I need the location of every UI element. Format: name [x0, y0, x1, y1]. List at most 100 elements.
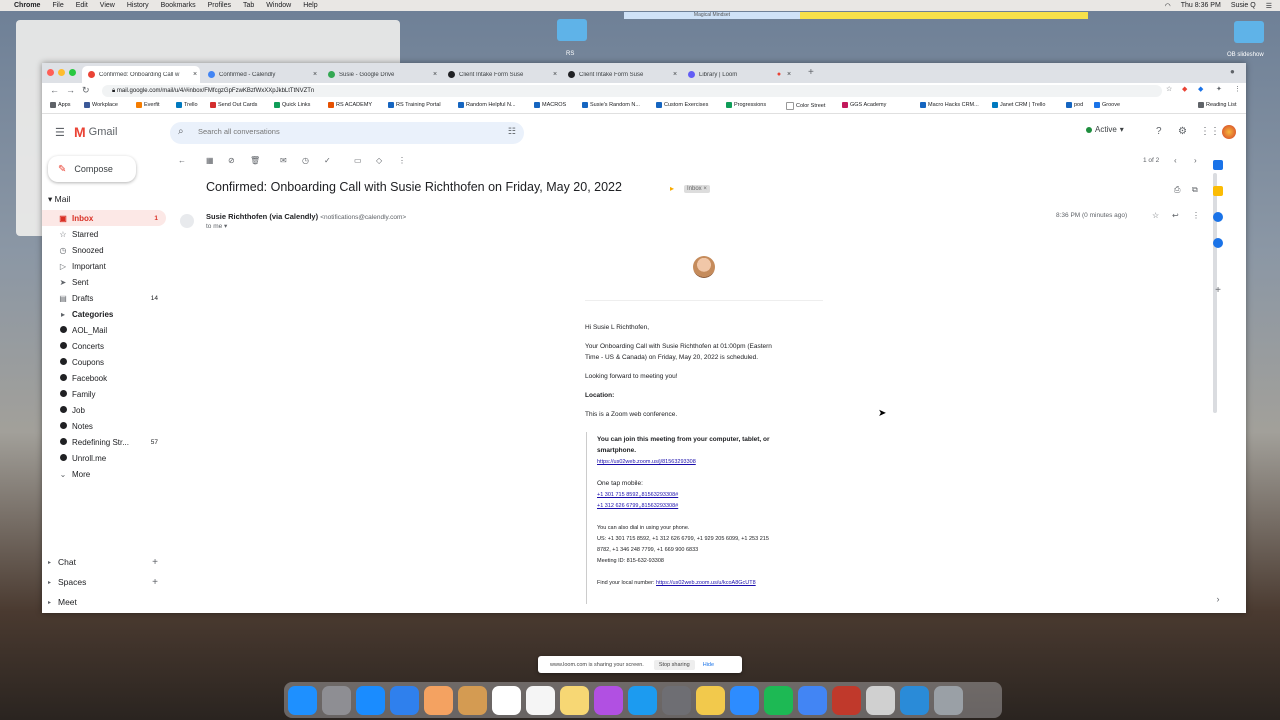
- meet-section[interactable]: ▸ Meet: [42, 594, 166, 610]
- bookmark-color-street[interactable]: Color Street: [786, 102, 825, 110]
- dial-link[interactable]: +1 301 715 8592,,81563293308#: [597, 490, 678, 501]
- bookmark-send-out-cards[interactable]: Send Out Cards: [210, 102, 257, 108]
- chat-section[interactable]: ▸ Chat +: [42, 554, 166, 570]
- star-bookmark-icon[interactable]: ☆: [1166, 85, 1172, 93]
- snooze-icon[interactable]: ◷: [302, 156, 309, 165]
- delete-icon[interactable]: 🗑︎: [250, 156, 260, 165]
- sidebar-item-starred[interactable]: ☆ Starred: [42, 226, 166, 242]
- menu-view[interactable]: View: [100, 2, 115, 9]
- bookmark-rs-training[interactable]: RS Training Portal: [388, 102, 441, 108]
- dock-app-icon[interactable]: [764, 685, 793, 715]
- close-icon[interactable]: ×: [310, 71, 320, 78]
- forward-icon[interactable]: →: [66, 85, 75, 95]
- status-selector[interactable]: Active ▾: [1086, 125, 1124, 134]
- sidebar-label-item[interactable]: Notes: [42, 418, 166, 434]
- bookmark-ggs-academy[interactable]: GGS Academy: [842, 102, 886, 108]
- dock-app-icon[interactable]: [356, 685, 385, 715]
- sidebar-item-inbox[interactable]: ▣ Inbox 1: [42, 210, 166, 226]
- calendar-icon[interactable]: [1213, 160, 1223, 170]
- mail-section-header[interactable]: ▾ Mail: [48, 194, 70, 205]
- close-icon[interactable]: ×: [190, 71, 200, 78]
- gmail-logo[interactable]: M Gmail: [74, 124, 117, 140]
- menu-window[interactable]: Window: [266, 2, 291, 9]
- bookmark-macro-hacks[interactable]: Macro Hacks CRM...: [920, 102, 979, 108]
- sidebar-item-more[interactable]: ⌄ More: [42, 466, 166, 482]
- open-new-window-icon[interactable]: ⧉: [1192, 185, 1198, 195]
- bookmark-progressions[interactable]: Progressions: [726, 102, 766, 108]
- spaces-section[interactable]: ▸ Spaces +: [42, 574, 166, 590]
- recipient-dropdown[interactable]: to me ▾: [206, 222, 227, 230]
- dock-app-icon[interactable]: [730, 685, 759, 715]
- dock-app-icon[interactable]: [526, 685, 555, 715]
- zoom-join-link[interactable]: https://us02web.zoom.us/j/81563293308: [597, 457, 696, 468]
- search-bar[interactable]: ⌕ ☷: [170, 122, 524, 144]
- mark-unread-icon[interactable]: ✉: [280, 156, 287, 165]
- menu-file[interactable]: File: [52, 2, 63, 9]
- dock-app-icon[interactable]: [628, 685, 657, 715]
- local-number-link[interactable]: https://us02web.zoom.us/u/kcoA8GcUT8: [656, 580, 756, 586]
- older-chevron-icon[interactable]: ›: [1194, 156, 1197, 165]
- tab-google-drive[interactable]: Susie - Google Drive ×: [322, 66, 440, 83]
- desktop-folder-icon[interactable]: [1234, 21, 1264, 43]
- bookmark-quick-links[interactable]: Quick Links: [274, 102, 310, 108]
- menu-tab[interactable]: Tab: [243, 2, 254, 9]
- reload-icon[interactable]: ↻: [82, 85, 90, 96]
- bookmark-workplace[interactable]: Workplace: [84, 102, 118, 108]
- bookmark-groove[interactable]: Groove: [1094, 102, 1120, 108]
- back-icon[interactable]: ←: [50, 85, 59, 95]
- menu-bookmarks[interactable]: Bookmarks: [161, 2, 196, 9]
- compose-button[interactable]: ✎ Compose: [48, 156, 136, 182]
- hide-button[interactable]: Hide: [703, 662, 714, 668]
- bookmark-rs-academy[interactable]: RS ACADEMY: [328, 102, 372, 108]
- dock-app-icon[interactable]: [492, 685, 521, 715]
- more-vert-icon[interactable]: ⋮: [1234, 85, 1241, 93]
- sidebar-label-item[interactable]: Family: [42, 386, 166, 402]
- menu-profiles[interactable]: Profiles: [208, 2, 231, 9]
- dock-app-icon[interactable]: [832, 685, 861, 715]
- profile-icon[interactable]: ●: [1230, 67, 1235, 76]
- menu-history[interactable]: History: [127, 2, 149, 9]
- bookmark-janet-crm[interactable]: Janet CRM | Trello: [992, 102, 1045, 108]
- tab-intake-form-1[interactable]: Client Intake Form Suse ×: [442, 66, 560, 83]
- dock-app-icon[interactable]: [560, 685, 589, 715]
- sidebar-label-item[interactable]: AOL_Mail: [42, 322, 166, 338]
- tab-loom-library[interactable]: Library | Loom ● ×: [682, 66, 794, 83]
- bookmark-pod[interactable]: pod: [1066, 102, 1083, 108]
- close-icon[interactable]: ×: [670, 71, 680, 78]
- move-to-icon[interactable]: ▭: [354, 156, 362, 165]
- google-apps-icon[interactable]: ⋮⋮: [1200, 126, 1220, 137]
- desktop-folder-icon[interactable]: [557, 19, 587, 41]
- dock-app-icon[interactable]: [662, 685, 691, 715]
- archive-icon[interactable]: ▦: [206, 156, 214, 165]
- more-vert-icon[interactable]: ⋮: [398, 156, 406, 165]
- add-task-icon[interactable]: ✓: [324, 156, 331, 165]
- tab-intake-form-2[interactable]: Client Intake Form Suse ×: [562, 66, 680, 83]
- sidebar-item-drafts[interactable]: ▤ Drafts 14: [42, 290, 166, 306]
- stop-sharing-button[interactable]: Stop sharing: [653, 659, 695, 670]
- bookmark-everfit[interactable]: Everfit: [136, 102, 160, 108]
- sidebar-item-sent[interactable]: ➤ Sent: [42, 274, 166, 290]
- print-icon[interactable]: ⎙: [1174, 185, 1180, 195]
- dock-app-icon[interactable]: [696, 685, 725, 715]
- close-window-button[interactable]: [47, 69, 54, 76]
- dock-app-icon[interactable]: [934, 685, 963, 715]
- sidebar-item-important[interactable]: ▷ Important: [42, 258, 166, 274]
- menu-help[interactable]: Help: [303, 2, 317, 9]
- sidebar-item-snoozed[interactable]: ◷ Snoozed: [42, 242, 166, 258]
- add-chat-icon[interactable]: +: [152, 557, 158, 568]
- menu-list-icon[interactable]: ☰: [1266, 2, 1272, 10]
- wifi-icon[interactable]: ◠: [1165, 2, 1171, 10]
- tab-gmail[interactable]: Confirmed: Onboarding Call w ×: [82, 66, 200, 83]
- help-icon[interactable]: ?: [1156, 126, 1162, 137]
- sidebar-item-categories[interactable]: ▸ Categories: [42, 306, 166, 322]
- back-arrow-icon[interactable]: ←: [178, 156, 186, 165]
- sidebar-label-item[interactable]: Unroll.me: [42, 450, 166, 466]
- search-input[interactable]: [196, 126, 490, 137]
- newer-chevron-icon[interactable]: ‹: [1174, 156, 1177, 165]
- reading-list[interactable]: Reading List: [1198, 102, 1237, 108]
- bookmark-trello[interactable]: Trello: [176, 102, 198, 108]
- sender-name[interactable]: Susie Richthofen (via Calendly): [206, 212, 318, 221]
- main-menu-icon[interactable]: ☰: [55, 126, 65, 139]
- dock-app-icon[interactable]: [798, 685, 827, 715]
- important-marker-icon[interactable]: ▸: [670, 184, 674, 193]
